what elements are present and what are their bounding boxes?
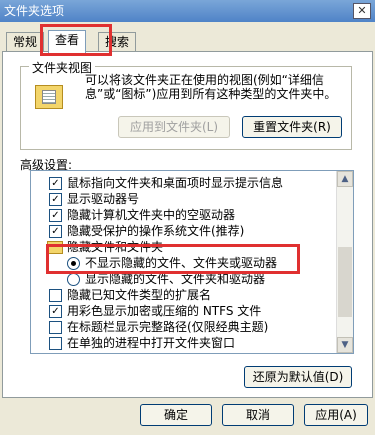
setting-label: 在单独的进程中打开文件夹窗口 xyxy=(67,336,236,350)
setting-label: 显示驱动器号 xyxy=(67,192,140,206)
tab-view[interactable]: 查看 xyxy=(48,30,87,53)
folder-views-description: 可以将该文件夹正在使用的视图(例如“详细信息”或“图标”)应用到所有这种类型的文… xyxy=(85,73,337,101)
tab-strip: 常规 查看 搜索 xyxy=(0,30,375,53)
scroll-thumb[interactable] xyxy=(338,247,352,317)
setting-label: 隐藏受保护的操作系统文件(推荐) xyxy=(67,224,245,238)
checkbox-full-path-title[interactable] xyxy=(49,321,62,334)
setting-label: 隐藏计算机文件夹中的空驱动器 xyxy=(67,208,236,222)
cancel-button[interactable]: 取消 xyxy=(222,404,294,426)
ok-button[interactable]: 确定 xyxy=(140,404,212,426)
setting-label: 隐藏已知文件类型的扩展名 xyxy=(67,288,212,302)
setting-label: 鼠标指向文件夹和桌面项时显示提示信息 xyxy=(67,176,284,190)
window-title: 文件夹选项 xyxy=(4,4,65,18)
setting-label: 在标题栏显示完整路径(仅限经典主题) xyxy=(67,320,269,334)
radio-show-hidden[interactable] xyxy=(67,273,80,286)
checkbox-color-ntfs[interactable]: ✓ xyxy=(49,305,62,318)
apply-button[interactable]: 应用(A) xyxy=(304,404,368,426)
setting-label: 用彩色显示加密或压缩的 NTFS 文件 xyxy=(67,304,262,318)
scroll-up-icon[interactable]: ▲ xyxy=(337,171,353,187)
reset-folders-button[interactable]: 重置文件夹(R) xyxy=(242,116,342,138)
apply-to-folders-button[interactable]: 应用到文件夹(L) xyxy=(118,116,230,138)
checkbox-separate-process[interactable] xyxy=(49,337,62,350)
tab-general[interactable]: 常规 xyxy=(6,32,45,52)
close-icon[interactable]: ✕ xyxy=(353,3,371,19)
restore-defaults-button[interactable]: 还原为默认值(D) xyxy=(244,366,352,388)
vertical-scrollbar[interactable]: ▲ ▼ xyxy=(336,171,353,353)
folder-view-icon xyxy=(35,85,63,109)
checkbox-show-drive-letters[interactable]: ✓ xyxy=(49,193,62,206)
highlight-box-option xyxy=(46,244,300,274)
checkbox-hide-empty-drives[interactable]: ✓ xyxy=(49,209,62,222)
title-bar: 文件夹选项 ✕ xyxy=(0,0,375,22)
scroll-down-icon[interactable]: ▼ xyxy=(337,337,353,353)
checkbox-show-tooltips[interactable]: ✓ xyxy=(49,177,62,190)
checkbox-hide-extensions[interactable] xyxy=(49,289,62,302)
checkbox-hide-protected-files[interactable]: ✓ xyxy=(49,225,62,238)
